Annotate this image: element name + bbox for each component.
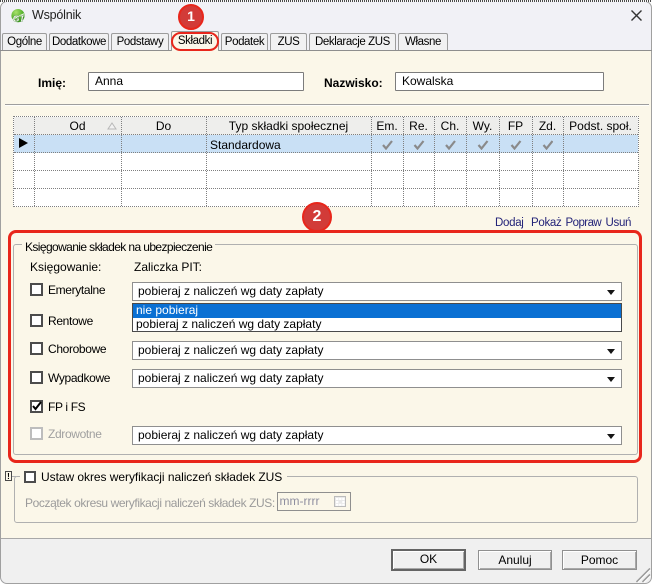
svg-text:GT: GT (13, 14, 25, 23)
